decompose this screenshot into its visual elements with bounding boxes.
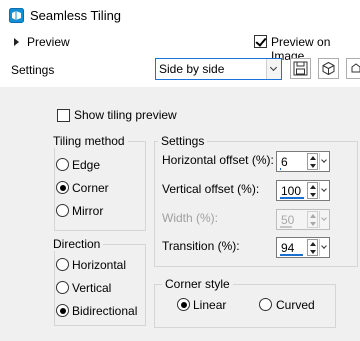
direction-label: Direction	[50, 237, 104, 251]
preview-expander-label[interactable]: Preview	[27, 35, 70, 49]
third-toolbar-button[interactable]	[346, 58, 360, 79]
chevron-down-icon[interactable]	[319, 239, 329, 256]
width-value: 50	[281, 213, 295, 227]
tiling-method-edge-radio[interactable]	[56, 158, 69, 171]
preset-dropdown-button[interactable]	[266, 59, 281, 79]
window-title: Seamless Tiling	[30, 8, 122, 23]
vertical-offset-value: 100	[281, 184, 302, 198]
horizontal-offset-label: Horizontal offset (%):	[162, 153, 274, 167]
settings-label: Settings	[11, 63, 55, 77]
transition-value: 94	[281, 241, 295, 255]
app-icon	[9, 8, 24, 23]
transition-label: Transition (%):	[162, 239, 240, 253]
preview-on-image-checkbox[interactable]	[254, 35, 267, 48]
direction-vertical-radio[interactable]	[56, 281, 69, 294]
expand-arrow-icon[interactable]	[14, 38, 19, 46]
corner-style-label: Corner style	[162, 277, 233, 291]
horizontal-offset-value: 6	[281, 155, 288, 169]
partial-icon	[351, 63, 360, 73]
horizontal-offset-level	[280, 168, 281, 170]
width-label: Width (%):	[162, 211, 219, 225]
direction-horizontal-label[interactable]: Horizontal	[72, 258, 126, 272]
width-level	[280, 226, 292, 228]
direction-horizontal-radio[interactable]	[56, 258, 69, 271]
save-preset-button[interactable]	[290, 58, 311, 79]
spin-arrows-icon[interactable]	[307, 239, 318, 256]
chevron-down-icon	[269, 63, 278, 72]
show-tiling-preview-checkbox[interactable]	[57, 109, 70, 122]
tiling-method-corner-label[interactable]: Corner	[72, 181, 109, 195]
settings-group-label: Settings	[158, 134, 208, 148]
corner-style-curved-label[interactable]: Curved	[276, 298, 315, 312]
vertical-offset-level	[280, 197, 304, 199]
direction-bidirectional-radio[interactable]	[56, 304, 69, 317]
preset-value: Side by side	[159, 62, 225, 76]
horizontal-offset-spinner[interactable]: 6	[276, 151, 330, 172]
corner-style-linear-label[interactable]: Linear	[193, 298, 226, 312]
spin-arrows-icon	[307, 211, 318, 228]
transition-level	[280, 254, 303, 256]
transition-spinner[interactable]: 94	[276, 237, 330, 258]
tiling-method-corner-radio[interactable]	[56, 181, 69, 194]
save-icon	[293, 61, 308, 76]
tiling-method-edge-label[interactable]: Edge	[72, 158, 100, 172]
randomize-button[interactable]	[318, 58, 339, 79]
chevron-down-icon[interactable]	[319, 182, 329, 199]
chevron-down-icon	[319, 211, 329, 228]
spin-arrows-icon[interactable]	[307, 182, 318, 199]
direction-bidirectional-label[interactable]: Bidirectional	[72, 304, 137, 318]
spin-arrows-icon[interactable]	[307, 153, 318, 170]
vertical-offset-spinner[interactable]: 100	[276, 180, 330, 201]
corner-style-curved-radio[interactable]	[259, 298, 272, 311]
direction-vertical-label[interactable]: Vertical	[72, 281, 111, 295]
show-tiling-preview-label[interactable]: Show tiling preview	[74, 108, 177, 122]
corner-style-linear-radio[interactable]	[177, 298, 190, 311]
tiling-method-mirror-label[interactable]: Mirror	[72, 204, 103, 218]
tiling-method-mirror-radio[interactable]	[56, 204, 69, 217]
cube-icon	[322, 61, 335, 76]
chevron-down-icon[interactable]	[319, 153, 329, 170]
width-spinner: 50	[276, 209, 330, 230]
tiling-method-label: Tiling method	[50, 134, 128, 148]
vertical-offset-label: Vertical offset (%):	[162, 182, 260, 196]
preset-dropdown[interactable]: Side by side	[155, 58, 282, 80]
